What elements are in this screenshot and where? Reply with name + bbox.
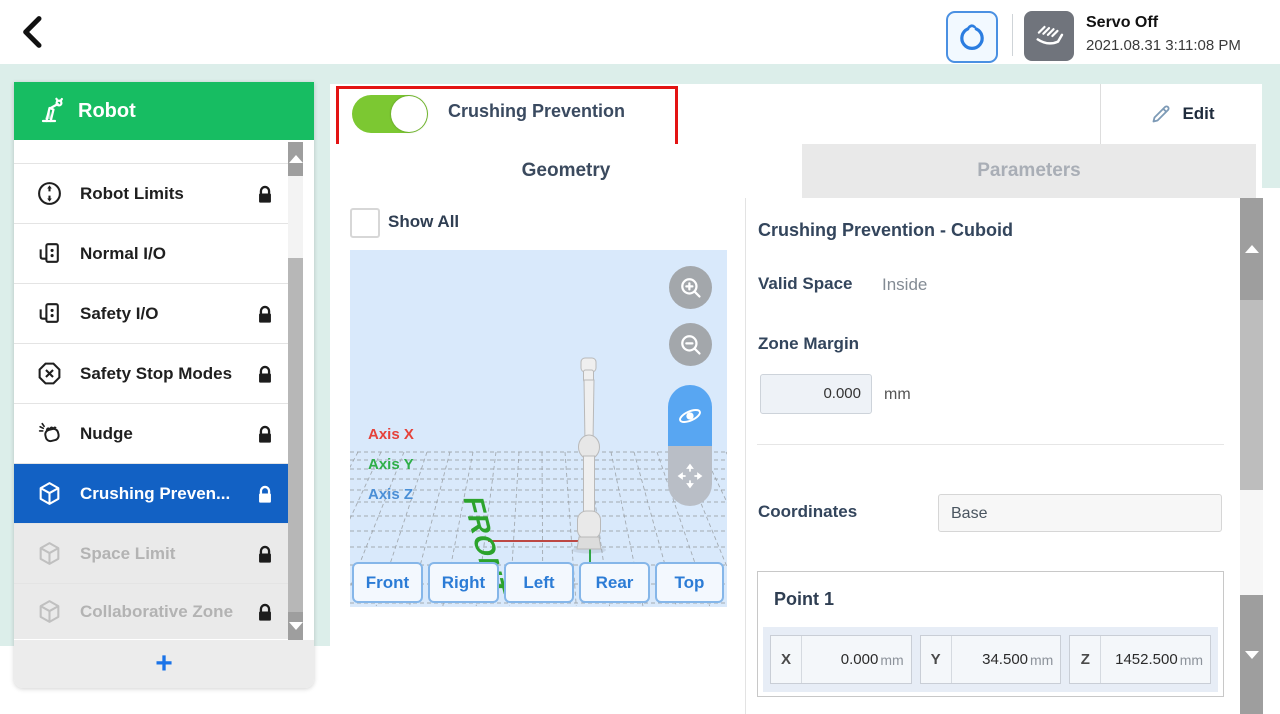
zoom-out-button[interactable] bbox=[669, 323, 712, 366]
panel-scroll-thumb[interactable] bbox=[1240, 300, 1263, 490]
zoom-in-icon bbox=[677, 274, 704, 301]
lock-icon bbox=[254, 543, 276, 565]
lock-icon bbox=[254, 183, 276, 205]
panel-scroll-up[interactable] bbox=[1240, 198, 1263, 300]
sidebar-scroll-thumb[interactable] bbox=[288, 258, 303, 612]
point1-card: Point 1 X 0.000 mm Y 34.500 mm Z 1452.50… bbox=[757, 571, 1224, 697]
zone-margin-unit: mm bbox=[884, 386, 911, 404]
hand-icon bbox=[1031, 18, 1067, 54]
robot-3d-viewport[interactable]: FRONT Axis X Axis Y Axis Z bbox=[350, 250, 727, 607]
zoom-in-button[interactable] bbox=[669, 266, 712, 309]
io-icon bbox=[36, 300, 66, 327]
point1-fields: X 0.000 mm Y 34.500 mm Z 1452.500 mm bbox=[763, 627, 1218, 692]
sidebar-item-normal-io[interactable]: Normal I/O bbox=[14, 224, 288, 284]
topbar-divider bbox=[1012, 14, 1013, 56]
column-divider bbox=[745, 198, 746, 714]
view-mode-pill bbox=[668, 385, 712, 506]
lock-icon bbox=[254, 303, 276, 325]
show-all-label: Show All bbox=[388, 212, 459, 232]
gripper-ring-icon bbox=[957, 22, 987, 52]
sidebar-list: Robot Limits Normal I/O Safety I/O bbox=[14, 140, 314, 640]
recovery-button[interactable] bbox=[946, 11, 998, 63]
axis-y-label: Axis Y bbox=[368, 456, 414, 473]
coordinates-label: Coordinates bbox=[758, 502, 857, 522]
axis-x-label: Axis X bbox=[368, 426, 414, 443]
stop-x-icon bbox=[36, 360, 66, 387]
sidebar-item-nudge[interactable]: Nudge bbox=[14, 404, 288, 464]
robot-limits-icon bbox=[36, 180, 66, 207]
feature-header: Crushing Prevention Edit bbox=[330, 84, 1262, 144]
tab-geometry[interactable]: Geometry bbox=[330, 144, 802, 198]
geometry-panel: Show All FRONT Axis X Axis Y Axis Z bbox=[330, 198, 1280, 714]
sidebar-item-crushing-prevention[interactable]: Crushing Preven... bbox=[14, 464, 288, 524]
orbit-icon bbox=[675, 401, 705, 431]
sidebar-item-safety-io[interactable]: Safety I/O bbox=[14, 284, 288, 344]
sidebar-item-safety-stop-modes[interactable]: Safety Stop Modes bbox=[14, 344, 288, 404]
lock-icon bbox=[254, 483, 276, 505]
manual-mode-indicator bbox=[1024, 11, 1074, 61]
scroll-up-icon bbox=[1245, 245, 1259, 253]
robot-icon bbox=[34, 95, 66, 127]
pan-view-button[interactable] bbox=[668, 446, 712, 506]
point1-z-field[interactable]: Z 1452.500 mm bbox=[1069, 635, 1211, 684]
section-divider bbox=[757, 444, 1224, 445]
view-front-button[interactable]: Front bbox=[352, 562, 423, 603]
zone-margin-label: Zone Margin bbox=[758, 334, 859, 354]
cube-icon bbox=[36, 598, 66, 625]
sidebar-header: Robot bbox=[14, 82, 314, 140]
axis-z-label: Axis Z bbox=[368, 486, 413, 503]
panel-scroll-track[interactable] bbox=[1240, 490, 1263, 595]
view-right-button[interactable]: Right bbox=[428, 562, 499, 603]
zoom-out-icon bbox=[677, 331, 704, 358]
sidebar-item-collaborative-zone[interactable]: Collaborative Zone bbox=[14, 584, 288, 639]
valid-space-label: Valid Space bbox=[758, 274, 853, 294]
pencil-icon bbox=[1149, 102, 1173, 126]
show-all-checkbox[interactable] bbox=[350, 208, 380, 238]
crushing-prevention-toggle[interactable] bbox=[352, 95, 428, 133]
toggle-knob bbox=[391, 96, 427, 132]
sidebar-scroll-down[interactable] bbox=[288, 612, 303, 640]
zone-margin-input[interactable]: 0.000 bbox=[760, 374, 872, 414]
sidebar-item-robot-limits[interactable]: Robot Limits bbox=[14, 164, 288, 224]
sidebar-item-space-limit[interactable]: Space Limit bbox=[14, 524, 288, 584]
sidebar-scroll-track[interactable] bbox=[288, 176, 303, 258]
sidebar-scroll-up[interactable] bbox=[288, 142, 303, 176]
sidebar-item-partial bbox=[14, 140, 288, 164]
tab-parameters[interactable]: Parameters bbox=[802, 144, 1256, 198]
back-button[interactable] bbox=[14, 12, 54, 52]
io-icon bbox=[36, 240, 66, 267]
plus-icon: + bbox=[155, 649, 173, 679]
view-top-button[interactable]: Top bbox=[655, 562, 724, 603]
edit-button[interactable]: Edit bbox=[1100, 84, 1263, 144]
lock-icon bbox=[254, 423, 276, 445]
panel-scroll-down[interactable] bbox=[1240, 595, 1263, 714]
lock-icon bbox=[254, 601, 276, 623]
point1-title: Point 1 bbox=[774, 589, 834, 610]
valid-space-value: Inside bbox=[882, 275, 927, 295]
point1-x-field[interactable]: X 0.000 mm bbox=[770, 635, 912, 684]
tab-strip-endcap bbox=[1256, 144, 1262, 198]
nudge-hand-icon bbox=[36, 420, 66, 447]
feature-title: Crushing Prevention bbox=[448, 101, 625, 122]
point1-y-field[interactable]: Y 34.500 mm bbox=[920, 635, 1062, 684]
sidebar-title: Robot bbox=[78, 100, 136, 123]
timestamp: 2021.08.31 3:11:08 PM bbox=[1086, 37, 1241, 54]
move-icon bbox=[676, 462, 704, 490]
cube-icon bbox=[36, 480, 66, 507]
cube-icon bbox=[36, 540, 66, 567]
add-zone-button[interactable]: + bbox=[14, 640, 314, 688]
view-left-button[interactable]: Left bbox=[504, 562, 574, 603]
coordinates-select[interactable]: Base bbox=[938, 494, 1222, 532]
rotate-view-button[interactable] bbox=[668, 385, 712, 446]
scroll-down-icon bbox=[1245, 651, 1259, 659]
scroll-down-icon bbox=[289, 622, 303, 630]
sidebar: Robot Robot Limits Normal I/O bbox=[14, 82, 314, 688]
back-chevron-icon bbox=[14, 12, 54, 52]
scroll-up-icon bbox=[289, 155, 303, 163]
detail-heading: Crushing Prevention - Cuboid bbox=[758, 220, 1013, 241]
lock-icon bbox=[254, 363, 276, 385]
servo-status: Servo Off bbox=[1086, 14, 1158, 32]
view-rear-button[interactable]: Rear bbox=[579, 562, 650, 603]
